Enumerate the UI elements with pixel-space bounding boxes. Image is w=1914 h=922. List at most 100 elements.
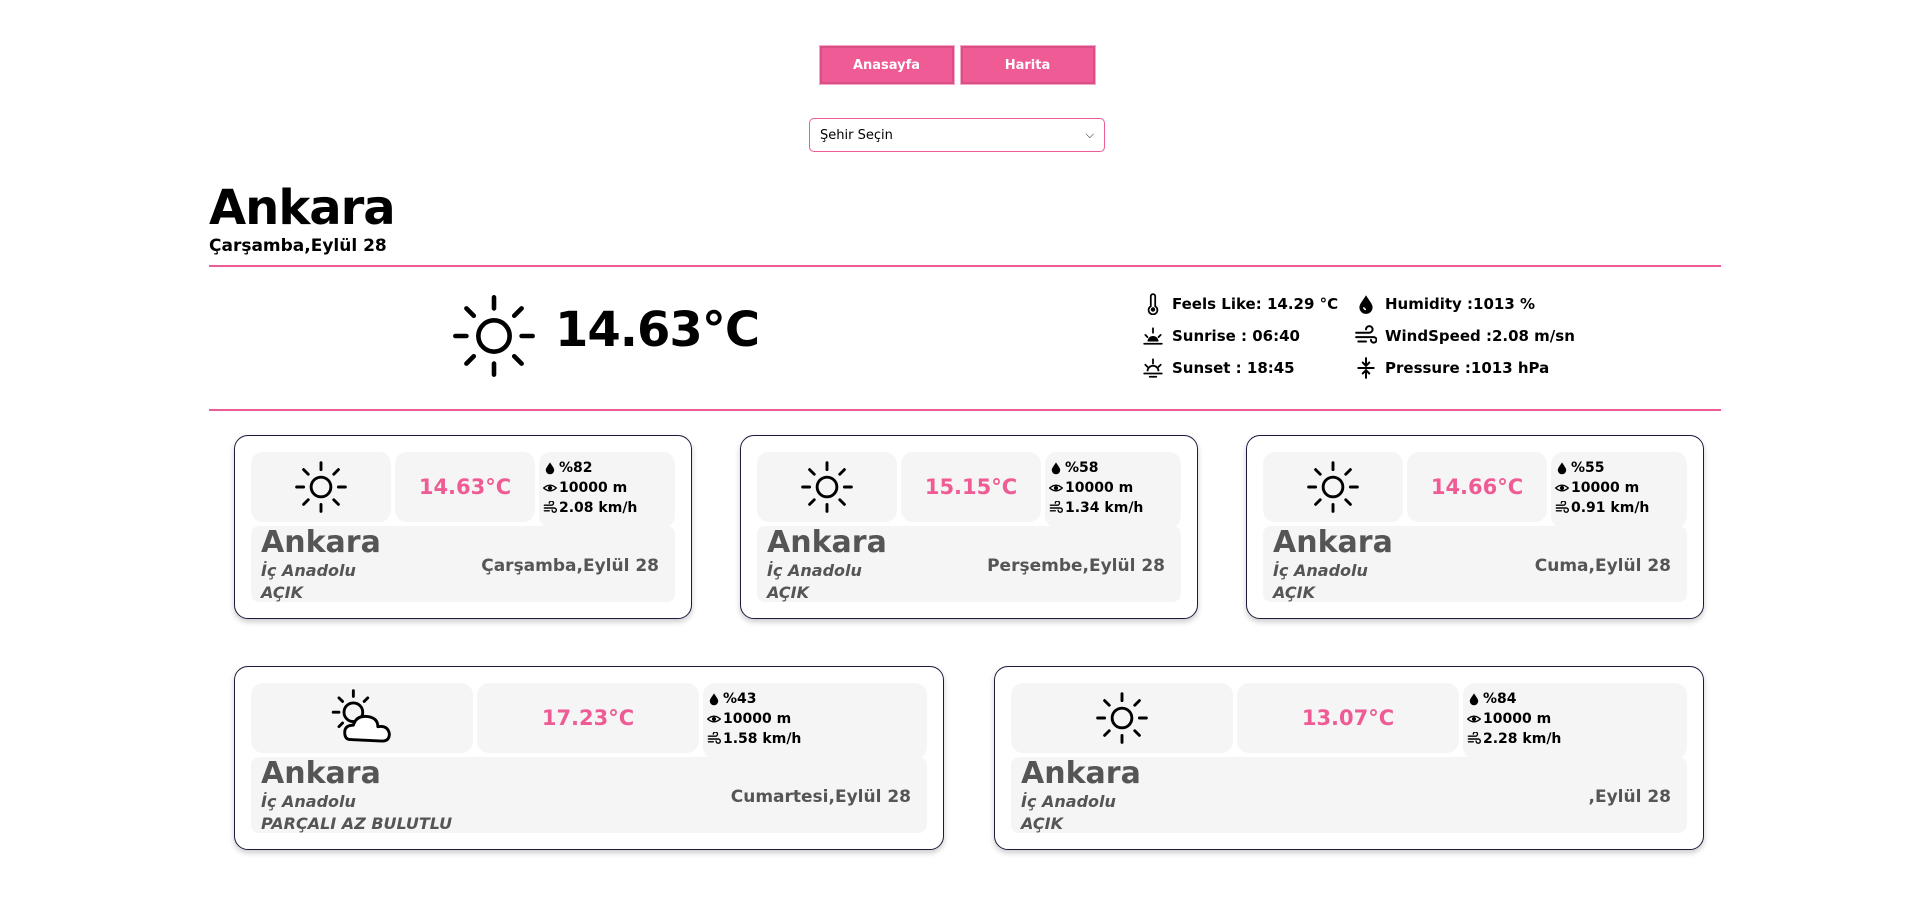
icon-tile xyxy=(251,452,391,522)
card-wind: 0.91 km/h xyxy=(1555,498,1649,518)
card-condition: PARÇALI AZ BULUTLU xyxy=(261,814,453,833)
divider-top xyxy=(209,265,1721,267)
drop-icon xyxy=(543,461,557,475)
forecast-card[interactable]: 13.07°C %84 10000 m 2.28 km/h Ankara İç … xyxy=(994,666,1704,850)
pressure: Pressure :1013 hPa xyxy=(1355,352,1575,384)
card-bottom: Ankara İç Anadolu AÇIK Perşembe,Eylül 28 xyxy=(757,526,1181,602)
card-humidity-value: %82 xyxy=(559,460,593,476)
card-city: Ankara xyxy=(1273,525,1393,560)
card-humidity: %43 xyxy=(707,689,757,709)
pressure-value: Pressure :1013 hPa xyxy=(1385,359,1550,377)
forecast-card[interactable]: 14.63°C %82 10000 m 2.08 km/h Ankara İç … xyxy=(234,435,692,619)
top-nav: Anasayfa Harita xyxy=(0,46,1914,84)
drop-icon xyxy=(1555,461,1569,475)
thermometer-icon xyxy=(1142,293,1164,315)
city-select-wrap: Şehir Seçin ⌵ xyxy=(0,118,1914,152)
sun-icon xyxy=(292,458,350,516)
icon-tile xyxy=(251,683,473,753)
wind-icon xyxy=(1355,325,1377,347)
forecast-card[interactable]: 14.66°C %55 10000 m 0.91 km/h Ankara İç … xyxy=(1246,435,1704,619)
eye-icon xyxy=(543,481,557,495)
eye-icon xyxy=(1467,712,1481,726)
card-humidity-value: %55 xyxy=(1571,460,1605,476)
card-temp: 15.15°C xyxy=(901,452,1041,522)
card-wind: 2.28 km/h xyxy=(1467,729,1561,749)
card-wind: 1.58 km/h xyxy=(707,729,801,749)
card-humidity: %58 xyxy=(1049,458,1099,478)
pressure-icon xyxy=(1355,357,1377,379)
card-condition: AÇIK xyxy=(261,583,303,602)
card-humidity-value: %58 xyxy=(1065,460,1099,476)
metrics-right: Humidity :1013 % WindSpeed :2.08 m/sn Pr… xyxy=(1355,288,1575,384)
card-bottom: Ankara İç Anadolu AÇIK ,Eylül 28 xyxy=(1011,757,1687,833)
forecast-card[interactable]: 15.15°C %58 10000 m 1.34 km/h Ankara İç … xyxy=(740,435,1198,619)
card-top: 14.66°C %55 10000 m 0.91 km/h xyxy=(1263,452,1687,528)
eye-icon xyxy=(707,712,721,726)
sunrise-value: Sunrise : 06:40 xyxy=(1172,327,1300,345)
feels-like: Feels Like: 14.29 °C xyxy=(1142,288,1338,320)
card-temp: 13.07°C xyxy=(1237,683,1459,753)
sun-icon xyxy=(798,458,856,516)
card-bottom: Ankara İç Anadolu AÇIK Çarşamba,Eylül 28 xyxy=(251,526,675,602)
card-wind-value: 1.58 km/h xyxy=(723,731,802,747)
card-date: Cuma,Eylül 28 xyxy=(1534,556,1671,576)
current-temp: 14.63°C xyxy=(555,302,760,358)
card-top: 13.07°C %84 10000 m 2.28 km/h xyxy=(1011,683,1687,759)
eye-icon xyxy=(1555,481,1569,495)
map-button[interactable]: Harita xyxy=(960,46,1095,84)
humidity-icon xyxy=(1355,293,1377,315)
home-button[interactable]: Anasayfa xyxy=(819,46,954,84)
card-date: ,Eylül 28 xyxy=(1588,787,1672,807)
drop-icon xyxy=(1467,692,1481,706)
card-visibility-value: 10000 m xyxy=(723,711,792,727)
eye-icon xyxy=(1049,481,1063,495)
card-bottom: Ankara İç Anadolu AÇIK Cuma,Eylül 28 xyxy=(1263,526,1687,602)
current-header: Ankara Çarşamba,Eylül 28 xyxy=(209,180,396,256)
sunset-value: Sunset : 18:45 xyxy=(1172,359,1295,377)
card-wind-value: 2.28 km/h xyxy=(1483,731,1562,747)
card-city: Ankara xyxy=(261,756,381,791)
card-visibility: 10000 m xyxy=(1467,709,1551,729)
card-condition: AÇIK xyxy=(1021,814,1063,833)
card-visibility: 10000 m xyxy=(707,709,791,729)
wind-speed: WindSpeed :2.08 m/sn xyxy=(1355,320,1575,352)
humidity: Humidity :1013 % xyxy=(1355,288,1575,320)
forecast-card[interactable]: 17.23°C %43 10000 m 1.58 km/h Ankara İç … xyxy=(234,666,944,850)
sunrise-icon xyxy=(1142,325,1164,347)
card-stats: %58 10000 m 1.34 km/h xyxy=(1045,452,1181,528)
card-wind-value: 0.91 km/h xyxy=(1571,500,1650,516)
card-visibility: 10000 m xyxy=(543,478,627,498)
humidity-value: Humidity :1013 % xyxy=(1385,295,1536,313)
wind-icon xyxy=(707,732,721,746)
card-wind-value: 2.08 km/h xyxy=(559,500,638,516)
card-stats: %55 10000 m 0.91 km/h xyxy=(1551,452,1687,528)
divider-bottom xyxy=(209,409,1721,411)
chevron-down-icon: ⌵ xyxy=(1085,128,1094,141)
card-bottom: Ankara İç Anadolu PARÇALI AZ BULUTLU Cum… xyxy=(251,757,927,833)
sun-icon xyxy=(448,290,540,382)
card-wind: 2.08 km/h xyxy=(543,498,637,518)
sun-icon xyxy=(1093,689,1151,747)
card-humidity: %55 xyxy=(1555,458,1605,478)
current-date: Çarşamba,Eylül 28 xyxy=(209,236,387,256)
card-humidity: %82 xyxy=(543,458,593,478)
sunrise: Sunrise : 06:40 xyxy=(1142,320,1338,352)
card-date: Cumartesi,Eylül 28 xyxy=(730,787,911,807)
card-visibility-value: 10000 m xyxy=(1571,480,1640,496)
sunset-icon xyxy=(1142,357,1164,379)
card-city: Ankara xyxy=(1021,756,1141,791)
city-title: Ankara xyxy=(209,180,396,236)
card-visibility-value: 10000 m xyxy=(1483,711,1552,727)
card-wind: 1.34 km/h xyxy=(1049,498,1143,518)
feels-like-value: Feels Like: 14.29 °C xyxy=(1172,295,1339,313)
drop-icon xyxy=(707,692,721,706)
card-region: İç Anadolu xyxy=(1021,792,1116,811)
partly-cloudy-icon xyxy=(326,682,398,754)
card-condition: AÇIK xyxy=(1273,583,1315,602)
icon-tile xyxy=(1011,683,1233,753)
city-select[interactable]: Şehir Seçin ⌵ xyxy=(809,118,1105,152)
card-top: 15.15°C %58 10000 m 1.34 km/h xyxy=(757,452,1181,528)
card-date: Perşembe,Eylül 28 xyxy=(987,556,1165,576)
card-humidity: %84 xyxy=(1467,689,1517,709)
card-stats: %84 10000 m 2.28 km/h xyxy=(1463,683,1687,759)
